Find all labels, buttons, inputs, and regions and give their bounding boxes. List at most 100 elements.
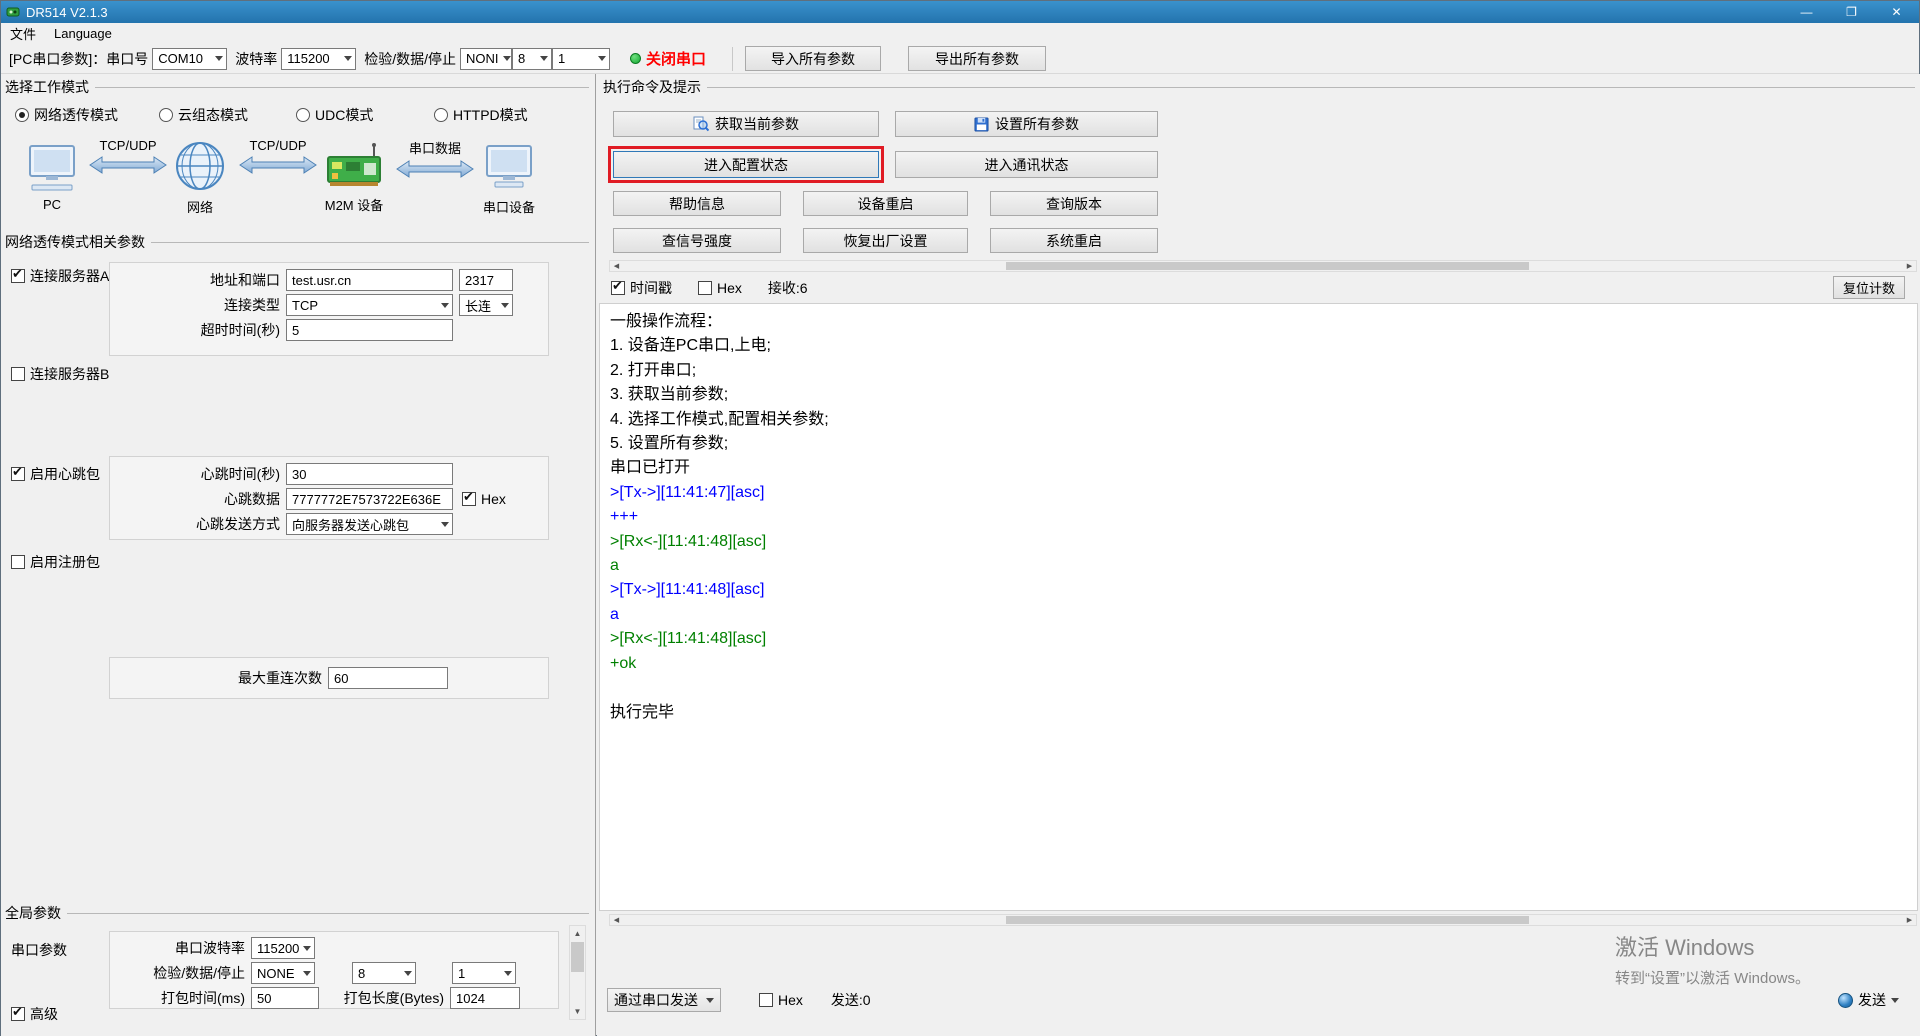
scrollbar-thumb[interactable] bbox=[571, 942, 584, 972]
left-vertical-scrollbar[interactable]: ▲ ▼ bbox=[569, 925, 586, 1020]
enter-config-button[interactable]: 进入配置状态 bbox=[613, 151, 879, 178]
reconnect-input[interactable]: 60 bbox=[328, 667, 448, 689]
scroll-right-icon[interactable]: ▶ bbox=[1903, 261, 1916, 271]
help-info-button[interactable]: 帮助信息 bbox=[613, 191, 781, 216]
stopbits-select[interactable]: 1 bbox=[552, 48, 610, 70]
radio-icon[interactable] bbox=[159, 108, 173, 122]
checkbox-icon[interactable] bbox=[11, 269, 25, 283]
radio-icon[interactable] bbox=[434, 108, 448, 122]
minimize-button[interactable]: — bbox=[1784, 1, 1829, 23]
factory-reset-button[interactable]: 恢复出厂设置 bbox=[803, 228, 968, 253]
radio-net-passthrough[interactable]: 网络透传模式 bbox=[15, 105, 118, 125]
system-reboot-button[interactable]: 系统重启 bbox=[990, 228, 1158, 253]
set-params-button[interactable]: 设置所有参数 bbox=[895, 111, 1158, 137]
checkbox-icon[interactable] bbox=[11, 467, 25, 481]
global-databits-select[interactable]: 8 bbox=[352, 962, 416, 984]
heartbeat-hex-checkbox[interactable] bbox=[462, 492, 476, 506]
com-port-select[interactable]: COM10 bbox=[152, 48, 227, 70]
parity-select[interactable]: NONI bbox=[460, 48, 512, 70]
button-label: 帮助信息 bbox=[669, 194, 725, 214]
chevron-down-icon bbox=[504, 971, 512, 976]
radio-udc-mode[interactable]: UDC模式 bbox=[296, 105, 373, 125]
log-top-scrollbar[interactable]: ◀ ▶ bbox=[609, 260, 1917, 272]
packtime-input[interactable]: 50 bbox=[251, 987, 319, 1009]
menu-language[interactable]: Language bbox=[45, 23, 121, 44]
arrow-label: TCP/UDP bbox=[87, 138, 169, 153]
send-hex-checkbox[interactable] bbox=[759, 993, 773, 1007]
server-a-address-input[interactable]: test.usr.cn bbox=[286, 269, 453, 291]
global-baud-select[interactable]: 115200 bbox=[251, 937, 315, 959]
radio-icon[interactable] bbox=[296, 108, 310, 122]
checkbox-label: 高级 bbox=[30, 1004, 58, 1024]
scroll-right-icon[interactable]: ▶ bbox=[1903, 915, 1916, 925]
databits-select[interactable]: 8 bbox=[512, 48, 552, 70]
scroll-left-icon[interactable]: ◀ bbox=[610, 261, 623, 271]
timestamp-checkbox[interactable] bbox=[611, 281, 625, 295]
hex-label: Hex bbox=[481, 491, 506, 507]
global-stopbits-select[interactable]: 1 bbox=[452, 962, 516, 984]
log-line: 4. 选择工作模式,配置相关参数; bbox=[610, 408, 1907, 432]
close-port-button[interactable]: 关闭串口 bbox=[646, 48, 706, 69]
export-params-button[interactable]: 导出所有参数 bbox=[908, 46, 1046, 71]
windows-activation-watermark: 激活 Windows 转到“设置”以激活 Windows。 bbox=[1615, 930, 1810, 988]
checkbox-icon[interactable] bbox=[11, 1007, 25, 1021]
packlen-input[interactable]: 1024 bbox=[450, 987, 520, 1009]
send-button[interactable]: 发送 bbox=[1838, 990, 1899, 1010]
net-params-section-title: 网络透传模式相关参数 bbox=[5, 232, 589, 252]
radio-icon[interactable] bbox=[15, 108, 29, 122]
log-line: 串口已打开 bbox=[610, 456, 1907, 480]
get-params-button[interactable]: 获取当前参数 bbox=[613, 111, 879, 137]
scrollbar-thumb[interactable] bbox=[1006, 916, 1529, 924]
log-bottom-scrollbar[interactable]: ◀ ▶ bbox=[609, 914, 1917, 926]
heartbeat-mode-select[interactable]: 向服务器发送心跳包 bbox=[286, 513, 453, 535]
reset-counter-button[interactable]: 复位计数 bbox=[1833, 276, 1905, 299]
maximize-button[interactable]: ❐ bbox=[1829, 1, 1874, 23]
arrow-net-m2m: TCP/UDP bbox=[237, 138, 319, 178]
recv-hex-checkbox[interactable] bbox=[698, 281, 712, 295]
device-reboot-button[interactable]: 设备重启 bbox=[803, 191, 968, 216]
heartbeat-checkbox-row[interactable]: 启用心跳包 bbox=[11, 464, 100, 484]
heartbeat-data-input[interactable]: 7777772E7573722E636E bbox=[286, 488, 453, 510]
packlen-label: 打包长度(Bytes) bbox=[331, 988, 450, 1008]
scroll-up-icon[interactable]: ▲ bbox=[570, 926, 585, 941]
checkbox-label: 连接服务器A bbox=[30, 266, 109, 286]
global-params-section-title: 全局参数 bbox=[5, 903, 589, 923]
close-button[interactable]: ✕ bbox=[1874, 1, 1919, 23]
query-signal-button[interactable]: 查信号强度 bbox=[613, 228, 781, 253]
chevron-down-icon bbox=[215, 56, 223, 61]
title-bar[interactable]: DR514 V2.1.3 — ❐ ✕ bbox=[1, 1, 1919, 23]
checkbox-icon[interactable] bbox=[11, 367, 25, 381]
server-a-port-input[interactable]: 2317 bbox=[459, 269, 513, 291]
scroll-down-icon[interactable]: ▼ bbox=[570, 1004, 585, 1019]
server-a-conn-select[interactable]: 长连 bbox=[459, 294, 513, 316]
query-version-button[interactable]: 查询版本 bbox=[990, 191, 1158, 216]
advanced-checkbox-row[interactable]: 高级 bbox=[11, 1004, 58, 1024]
server-b-checkbox-row[interactable]: 连接服务器B bbox=[11, 364, 109, 384]
server-a-checkbox-row[interactable]: 连接服务器A bbox=[11, 266, 109, 286]
reconnect-label: 最大重连次数 bbox=[110, 668, 328, 688]
global-parity-select[interactable]: NONE bbox=[251, 962, 315, 984]
menu-file[interactable]: 文件 bbox=[1, 23, 45, 44]
checkbox-icon[interactable] bbox=[11, 555, 25, 569]
register-checkbox-row[interactable]: 启用注册包 bbox=[11, 552, 100, 572]
chevron-down-icon bbox=[344, 56, 352, 61]
scroll-left-icon[interactable]: ◀ bbox=[610, 915, 623, 925]
server-a-timeout-input[interactable]: 5 bbox=[286, 319, 453, 341]
log-line: >[Tx->][11:41:47][asc] bbox=[610, 481, 1907, 505]
log-area[interactable]: 一般操作流程：1. 设备连PC串口,上电;2. 打开串口;3. 获取当前参数;4… bbox=[599, 303, 1918, 911]
enter-comm-button[interactable]: 进入通讯状态 bbox=[895, 151, 1158, 178]
section-label: 执行命令及提示 bbox=[603, 77, 701, 97]
magnifier-doc-icon bbox=[693, 116, 709, 132]
parity-value: NONI bbox=[466, 51, 499, 66]
send-via-serial-dropdown[interactable]: 通过串口发送 bbox=[607, 988, 721, 1012]
heartbeat-time-input[interactable]: 30 bbox=[286, 463, 453, 485]
baud-select[interactable]: 115200 bbox=[281, 48, 356, 70]
radio-cloud-mode[interactable]: 云组态模式 bbox=[159, 105, 248, 125]
radio-httpd-mode[interactable]: HTTPD模式 bbox=[434, 105, 528, 125]
server-a-type-select[interactable]: TCP bbox=[286, 294, 453, 316]
hex-label: Hex bbox=[717, 280, 742, 296]
import-params-button[interactable]: 导入所有参数 bbox=[745, 46, 881, 71]
log-line: +++ bbox=[610, 505, 1907, 529]
scrollbar-thumb[interactable] bbox=[1006, 262, 1529, 270]
button-label: 设置所有参数 bbox=[995, 114, 1079, 134]
